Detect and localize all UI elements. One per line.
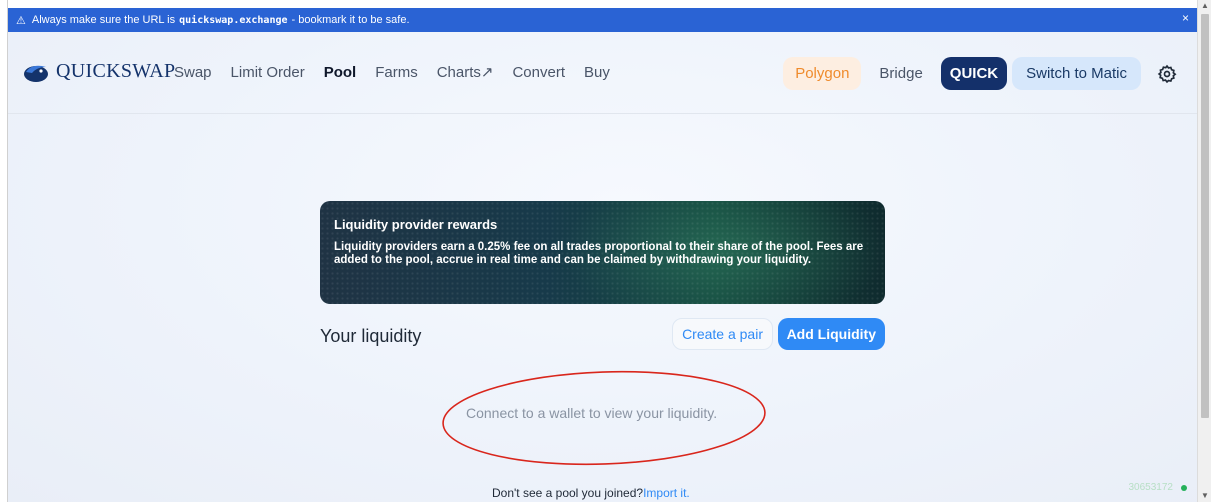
banner-prefix: Always make sure the URL is (31, 14, 176, 26)
import-question: Don't see a pool you joined? (492, 486, 644, 500)
quick-token-button[interactable]: QUICK (940, 57, 1008, 90)
import-pool-hint: Don't see a pool you joined?Import it. (492, 486, 690, 500)
page-scrollbar[interactable]: ▲ ▼ (1197, 0, 1211, 502)
nav-buy[interactable]: Buy (584, 64, 610, 81)
rewards-description: Liquidity providers earn a 0.25% fee on … (334, 241, 864, 266)
rewards-title: Liquidity provider rewards (334, 217, 498, 232)
main-nav: Swap Limit Order Pool Farms Charts↗ Conv… (174, 63, 629, 82)
liquidity-rewards-card: Liquidity provider rewards Liquidity pro… (320, 201, 885, 304)
settings-gear-icon[interactable] (1151, 58, 1183, 90)
add-liquidity-button[interactable]: Add Liquidity (777, 318, 885, 350)
nav-pool[interactable]: Pool (324, 64, 357, 81)
your-liquidity-title: Your liquidity (320, 326, 422, 346)
dragon-logo-icon (24, 65, 48, 82)
top-navbar: QUICKSWAP Swap Limit Order Pool Farms Ch… (8, 32, 1197, 114)
nav-swap[interactable]: Swap (174, 64, 212, 81)
sync-status-dot (1181, 484, 1187, 491)
quickswap-logo[interactable]: QUICKSWAP (22, 60, 175, 83)
banner-suffix: - bookmark it to be safe. (291, 14, 410, 26)
safety-banner: ⚠ Always make sure the URL is quickswap.… (8, 8, 1197, 32)
scroll-down-arrow-icon[interactable]: ▼ (1198, 490, 1211, 502)
header-actions: Polygon Bridge QUICK Switch to Matic (783, 57, 1183, 90)
your-liquidity-row: Your liquidity Create a pair Add Liquidi… (320, 318, 885, 352)
switch-to-matic-button[interactable]: Switch to Matic (1012, 57, 1141, 90)
nav-limit-order[interactable]: Limit Order (231, 64, 305, 81)
window-frame (0, 0, 8, 502)
create-pair-button[interactable]: Create a pair (672, 318, 773, 350)
nav-convert[interactable]: Convert (512, 64, 565, 81)
scrollbar-thumb[interactable] (1201, 14, 1209, 418)
import-link[interactable]: Import it. (643, 486, 690, 500)
scroll-up-arrow-icon[interactable]: ▲ (1198, 0, 1211, 12)
connect-wallet-message: Connect to a wallet to view your liquidi… (466, 405, 718, 421)
nav-charts[interactable]: Charts↗ (437, 63, 494, 81)
banner-close-icon[interactable]: × (1182, 11, 1189, 25)
banner-url: quickswap.exchange (179, 14, 288, 26)
block-indicator: 30653172 (1128, 482, 1187, 493)
app-root: ⚠ Always make sure the URL is quickswap.… (8, 8, 1197, 502)
nav-farms[interactable]: Farms (375, 64, 418, 81)
block-number: 30653172 (1128, 482, 1174, 493)
bridge-button[interactable]: Bridge (867, 57, 934, 90)
logo-text: QUICKSWAP (56, 60, 176, 82)
warning-icon: ⚠ (16, 14, 26, 27)
network-polygon-button[interactable]: Polygon (783, 57, 862, 90)
